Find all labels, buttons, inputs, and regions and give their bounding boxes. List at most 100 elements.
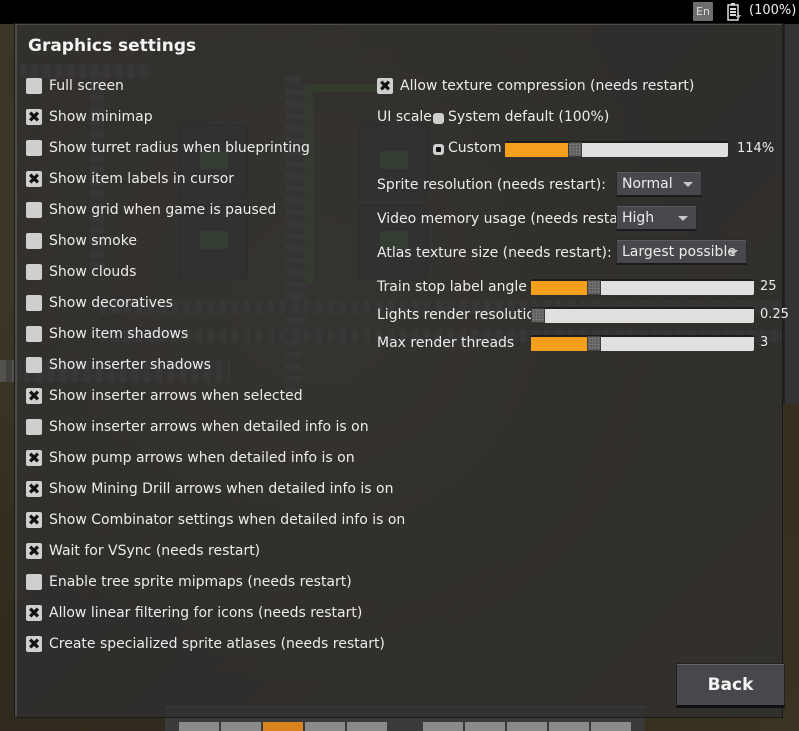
dropdown-arrow-icon <box>728 250 738 255</box>
quickbar-slot[interactable] <box>347 722 387 731</box>
option-row[interactable]: Allow linear filtering for icons (needs … <box>26 603 362 623</box>
train-stop-angle-label: Train stop label angle <box>377 279 527 295</box>
option-row[interactable]: Enable tree sprite mipmaps (needs restar… <box>26 572 352 592</box>
language-indicator[interactable]: En <box>693 2 713 21</box>
lights-resolution-value: 0.25 <box>760 307 789 322</box>
slider-knob[interactable] <box>531 308 545 323</box>
quickbar-slot[interactable] <box>591 722 631 731</box>
quickbar-slot[interactable] <box>305 722 345 731</box>
battery-percentage: (100%) <box>749 3 797 18</box>
right-side-panel <box>783 24 799 404</box>
option-row[interactable]: Show Mining Drill arrows when detailed i… <box>26 479 393 499</box>
back-button[interactable]: Back <box>676 663 785 708</box>
quickbar-slot[interactable] <box>507 722 547 731</box>
checkbox-unchecked[interactable] <box>26 326 42 342</box>
checkbox-unchecked[interactable] <box>26 295 42 311</box>
checkbox-checked[interactable] <box>26 480 42 497</box>
option-label: Show Mining Drill arrows when detailed i… <box>49 481 394 497</box>
quickbar-slot[interactable] <box>221 722 261 731</box>
sprite-resolution-dropdown[interactable]: Normal <box>616 171 702 197</box>
option-row[interactable]: Show item shadows <box>26 324 188 344</box>
dropdown-arrow-icon <box>683 182 693 187</box>
checkbox-checked[interactable] <box>26 387 42 404</box>
checkbox-checked[interactable] <box>26 449 42 466</box>
dropdown-value: Normal <box>622 176 673 192</box>
checkbox-checked[interactable] <box>26 635 42 652</box>
max-render-threads-value: 3 <box>760 335 769 350</box>
battery-charging-icon <box>727 3 741 21</box>
system-top-bar: En (100%) <box>0 0 799 24</box>
option-row[interactable]: Show grid when game is paused <box>26 200 276 220</box>
ui-scale-label: UI scale <box>377 109 432 125</box>
sprite-resolution-label: Sprite resolution (needs restart): <box>377 177 606 193</box>
lights-resolution-slider[interactable] <box>531 307 754 323</box>
atlas-texture-dropdown[interactable]: Largest possible <box>616 239 747 265</box>
ui-scale-custom-label: Custom <box>448 140 502 156</box>
option-row[interactable]: Show clouds <box>26 262 136 282</box>
checkbox-unchecked[interactable] <box>26 574 42 590</box>
option-row[interactable]: Create specialized sprite atlases (needs… <box>26 634 385 654</box>
ui-scale-system-default-radio[interactable] <box>433 113 444 124</box>
option-label: Show inserter arrows when detailed info … <box>49 419 369 435</box>
slider-knob[interactable] <box>587 336 601 351</box>
option-label: Show inserter arrows when selected <box>49 388 303 404</box>
video-memory-dropdown[interactable]: High <box>616 205 697 231</box>
option-row[interactable]: Wait for VSync (needs restart) <box>26 541 260 561</box>
option-row[interactable]: Full screen <box>26 76 124 96</box>
option-row[interactable]: Show decoratives <box>26 293 173 313</box>
ui-scale-system-default-label: System default (100%) <box>448 109 610 125</box>
slider-knob[interactable] <box>568 142 582 157</box>
option-row[interactable]: Show item labels in cursor <box>26 169 234 189</box>
checkbox-checked[interactable] <box>26 170 42 187</box>
checkbox-unchecked[interactable] <box>26 357 42 373</box>
option-label: Show turret radius when blueprinting <box>49 140 310 156</box>
dialog-title: Graphics settings <box>28 36 197 56</box>
option-label: Show inserter shadows <box>49 357 211 373</box>
slider-fill <box>531 337 589 351</box>
ui-scale-value: 114% <box>737 141 775 156</box>
option-label: Show clouds <box>49 264 137 280</box>
checkbox-checked[interactable] <box>26 542 42 559</box>
option-label: Create specialized sprite atlases (needs… <box>49 636 385 652</box>
option-row[interactable]: Show smoke <box>26 231 137 251</box>
dropdown-arrow-icon <box>678 216 688 221</box>
quickbar-slot[interactable] <box>263 722 303 731</box>
max-render-threads-slider[interactable] <box>531 335 754 351</box>
option-row[interactable]: Show turret radius when blueprinting <box>26 138 310 158</box>
checkbox-unchecked[interactable] <box>26 78 42 94</box>
option-row[interactable]: Show pump arrows when detailed info is o… <box>26 448 355 468</box>
option-label: Show Combinator settings when detailed i… <box>49 512 406 528</box>
checkbox-unchecked[interactable] <box>26 419 42 435</box>
dropdown-value: High <box>622 210 655 226</box>
checkbox-unchecked[interactable] <box>26 140 42 156</box>
ui-scale-slider[interactable] <box>505 141 728 157</box>
video-memory-label: Video memory usage (needs restart): <box>377 211 640 227</box>
checkbox-unchecked[interactable] <box>26 202 42 218</box>
checkbox-unchecked[interactable] <box>26 233 42 249</box>
option-label: Show pump arrows when detailed info is o… <box>49 450 355 466</box>
option-label: Allow linear filtering for icons (needs … <box>49 605 363 621</box>
option-row[interactable]: Show Combinator settings when detailed i… <box>26 510 405 530</box>
option-label: Wait for VSync (needs restart) <box>49 543 261 559</box>
option-row[interactable]: Show minimap <box>26 107 153 127</box>
option-label: Show decoratives <box>49 295 173 311</box>
texture-compression-checkbox[interactable] <box>377 77 393 94</box>
ui-scale-custom-radio[interactable] <box>433 144 444 155</box>
quickbar-slot[interactable] <box>179 722 219 731</box>
checkbox-checked[interactable] <box>26 108 42 125</box>
train-stop-angle-value: 25 <box>760 279 777 294</box>
quickbar-slot[interactable] <box>423 722 463 731</box>
option-label: Show minimap <box>49 109 153 125</box>
train-stop-angle-slider[interactable] <box>531 279 754 295</box>
quickbar-slot[interactable] <box>465 722 505 731</box>
slider-knob[interactable] <box>587 280 601 295</box>
checkbox-checked[interactable] <box>26 511 42 528</box>
quickbar-slot[interactable] <box>549 722 589 731</box>
option-row[interactable]: Show inserter arrows when selected <box>26 386 303 406</box>
option-label: Show grid when game is paused <box>49 202 277 218</box>
option-row[interactable]: Show inserter shadows <box>26 355 211 375</box>
checkbox-unchecked[interactable] <box>26 264 42 280</box>
checkbox-checked[interactable] <box>26 604 42 621</box>
option-row[interactable]: Show inserter arrows when detailed info … <box>26 417 369 437</box>
texture-compression-option[interactable]: Allow texture compression (needs restart… <box>377 76 694 96</box>
